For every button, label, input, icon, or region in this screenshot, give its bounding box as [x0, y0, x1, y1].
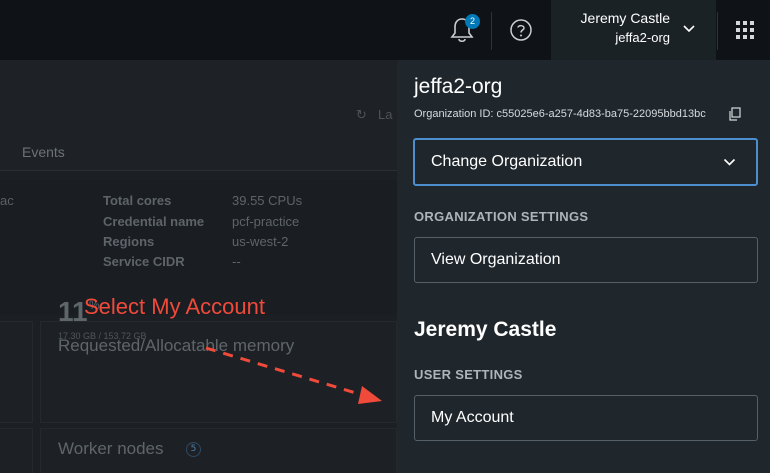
copy-icon[interactable] [728, 107, 742, 121]
app-switcher-grid-icon[interactable] [735, 20, 755, 40]
chevron-down-icon [723, 158, 736, 166]
divider [491, 12, 492, 50]
detail-value: pcf-practice [232, 214, 300, 229]
change-organization-select[interactable]: Change Organization [413, 138, 758, 186]
detail-label: Regions [103, 234, 155, 249]
annotation-label: Select My Account [84, 294, 265, 319]
org-name: jeffa2-org [414, 75, 503, 98]
top-bar: 2 Jeremy Castle jeffa2-org [0, 0, 770, 60]
account-dropdown-panel: jeffa2-org Organization ID: c55025e6-a25… [397, 60, 770, 473]
change-organization-label: Change Organization [431, 153, 583, 170]
help-icon[interactable] [509, 18, 533, 42]
detail-label: Service CIDR [103, 254, 185, 269]
chevron-down-icon [683, 25, 695, 33]
org-id: Organization ID: c55025e6-a257-4d83-ba75… [414, 108, 706, 120]
user-settings-heading: USER SETTINGS [414, 367, 523, 382]
detail-value: -- [232, 254, 241, 269]
my-account-label: My Account [431, 409, 514, 426]
user-name: Jeremy Castle [580, 10, 670, 26]
details-fragment: ac [0, 193, 14, 208]
memory-usage-detail: 17.30 GB / 153.72 GB [58, 331, 147, 341]
organization-settings-heading: ORGANIZATION SETTINGS [414, 209, 589, 224]
my-account-button[interactable]: My Account [414, 395, 758, 441]
worker-nodes-title: Worker nodes [58, 439, 164, 458]
detail-value: us-west-2 [232, 234, 289, 249]
worker-nodes-count-badge: 5 [186, 442, 201, 457]
summary-card [0, 428, 33, 473]
user-org: jeffa2-org [615, 30, 670, 45]
detail-label: Total cores [103, 193, 172, 208]
notification-count-badge: 2 [465, 14, 480, 29]
panel-user-name: Jeremy Castle [414, 318, 557, 341]
divider [717, 12, 718, 50]
detail-label: Credential name [103, 214, 205, 229]
view-organization-button[interactable]: View Organization [414, 237, 758, 283]
view-organization-label: View Organization [431, 251, 561, 268]
summary-card [0, 321, 33, 423]
detail-value: 39.55 CPUs [232, 193, 303, 208]
